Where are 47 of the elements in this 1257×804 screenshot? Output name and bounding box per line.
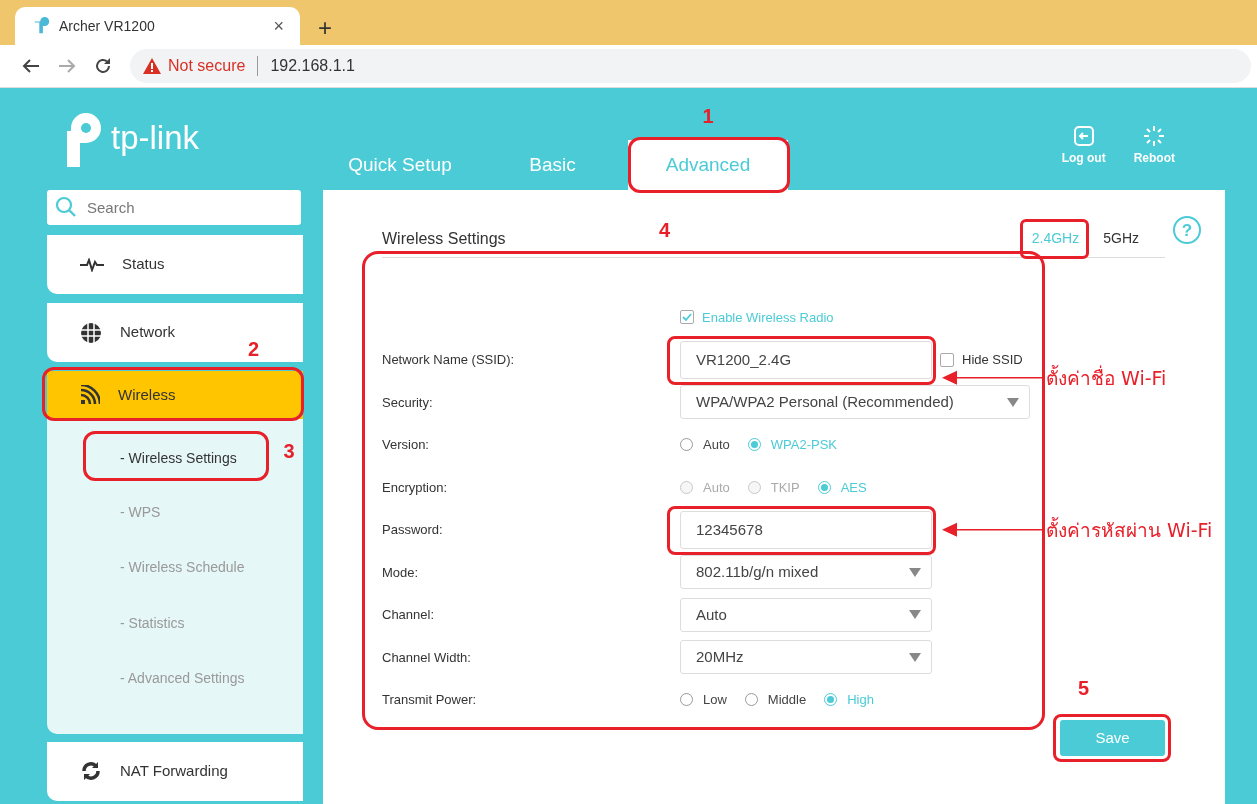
field-label: Security: <box>382 393 434 412</box>
sidebar-item[interactable]: NAT Forwarding <box>47 741 303 801</box>
radio-label: Middle <box>767 691 807 709</box>
radio-label: High <box>847 691 874 709</box>
security-warning: Not secure <box>168 56 246 76</box>
radio-label: AES <box>840 478 867 497</box>
band-tab[interactable]: 5GHz <box>1099 226 1143 251</box>
logo-text: tp-link <box>111 121 200 154</box>
new-tab-button[interactable]: + <box>312 15 338 41</box>
step-number: 3 <box>283 441 295 461</box>
step-number: 1 <box>702 106 714 126</box>
text-field[interactable]: VR1200_2.4G <box>680 340 932 379</box>
field-label: Mode: <box>382 563 420 582</box>
section-title: Wireless Settings <box>382 228 506 249</box>
callout-label: ตั้งค่าชื่อ Wi-Fi <box>1046 364 1167 391</box>
step-number: 2 <box>247 339 259 359</box>
address-bar[interactable]: Not secure 192.168.1.1 <box>130 49 1251 83</box>
step-number: 4 <box>659 220 671 240</box>
field-label: Channel Width: <box>382 648 472 667</box>
sidebar-item[interactable]: Wireless <box>47 371 303 419</box>
checkbox-label: Hide SSID <box>962 351 1023 369</box>
browser-tab[interactable]: Archer VR1200 × <box>15 7 300 45</box>
radio-label: Auto <box>703 478 730 497</box>
radio-label: Auto <box>703 436 730 454</box>
url-text: 192.168.1.1 <box>270 56 355 76</box>
field-label: Password: <box>382 521 444 539</box>
search-field[interactable]: Search <box>47 190 301 225</box>
tab-title: Archer VR1200 <box>59 16 155 36</box>
radio-label: WPA2-PSK <box>770 436 837 454</box>
sidebar-item[interactable]: Status <box>47 235 303 294</box>
select-field[interactable]: WPA/WPA2 Personal (Recommended) <box>680 385 1030 420</box>
text-field[interactable]: 12345678 <box>680 510 932 549</box>
radio-label: TKIP <box>770 478 800 497</box>
step-number: 5 <box>1078 678 1090 698</box>
select-field[interactable]: 802.11b/g/n mixed <box>680 555 932 590</box>
field-label: Transmit Power: <box>382 691 478 709</box>
field-label: Channel: <box>382 606 436 624</box>
checkbox-label: Enable Wireless Radio <box>702 308 834 327</box>
radio-label: Low <box>703 691 727 709</box>
select-field[interactable]: 20MHz <box>680 640 932 675</box>
field-label: Version: <box>382 436 430 454</box>
callout-label: ตั้งค่ารหัสผ่าน Wi-Fi <box>1046 516 1213 543</box>
submenu-item[interactable]: - Wireless Settings <box>120 448 237 469</box>
field-label: Encryption: <box>382 478 449 497</box>
field-label: Network Name (SSID): <box>382 351 516 369</box>
close-tab-button[interactable]: × <box>269 12 288 40</box>
select-field[interactable]: Auto <box>680 597 932 632</box>
